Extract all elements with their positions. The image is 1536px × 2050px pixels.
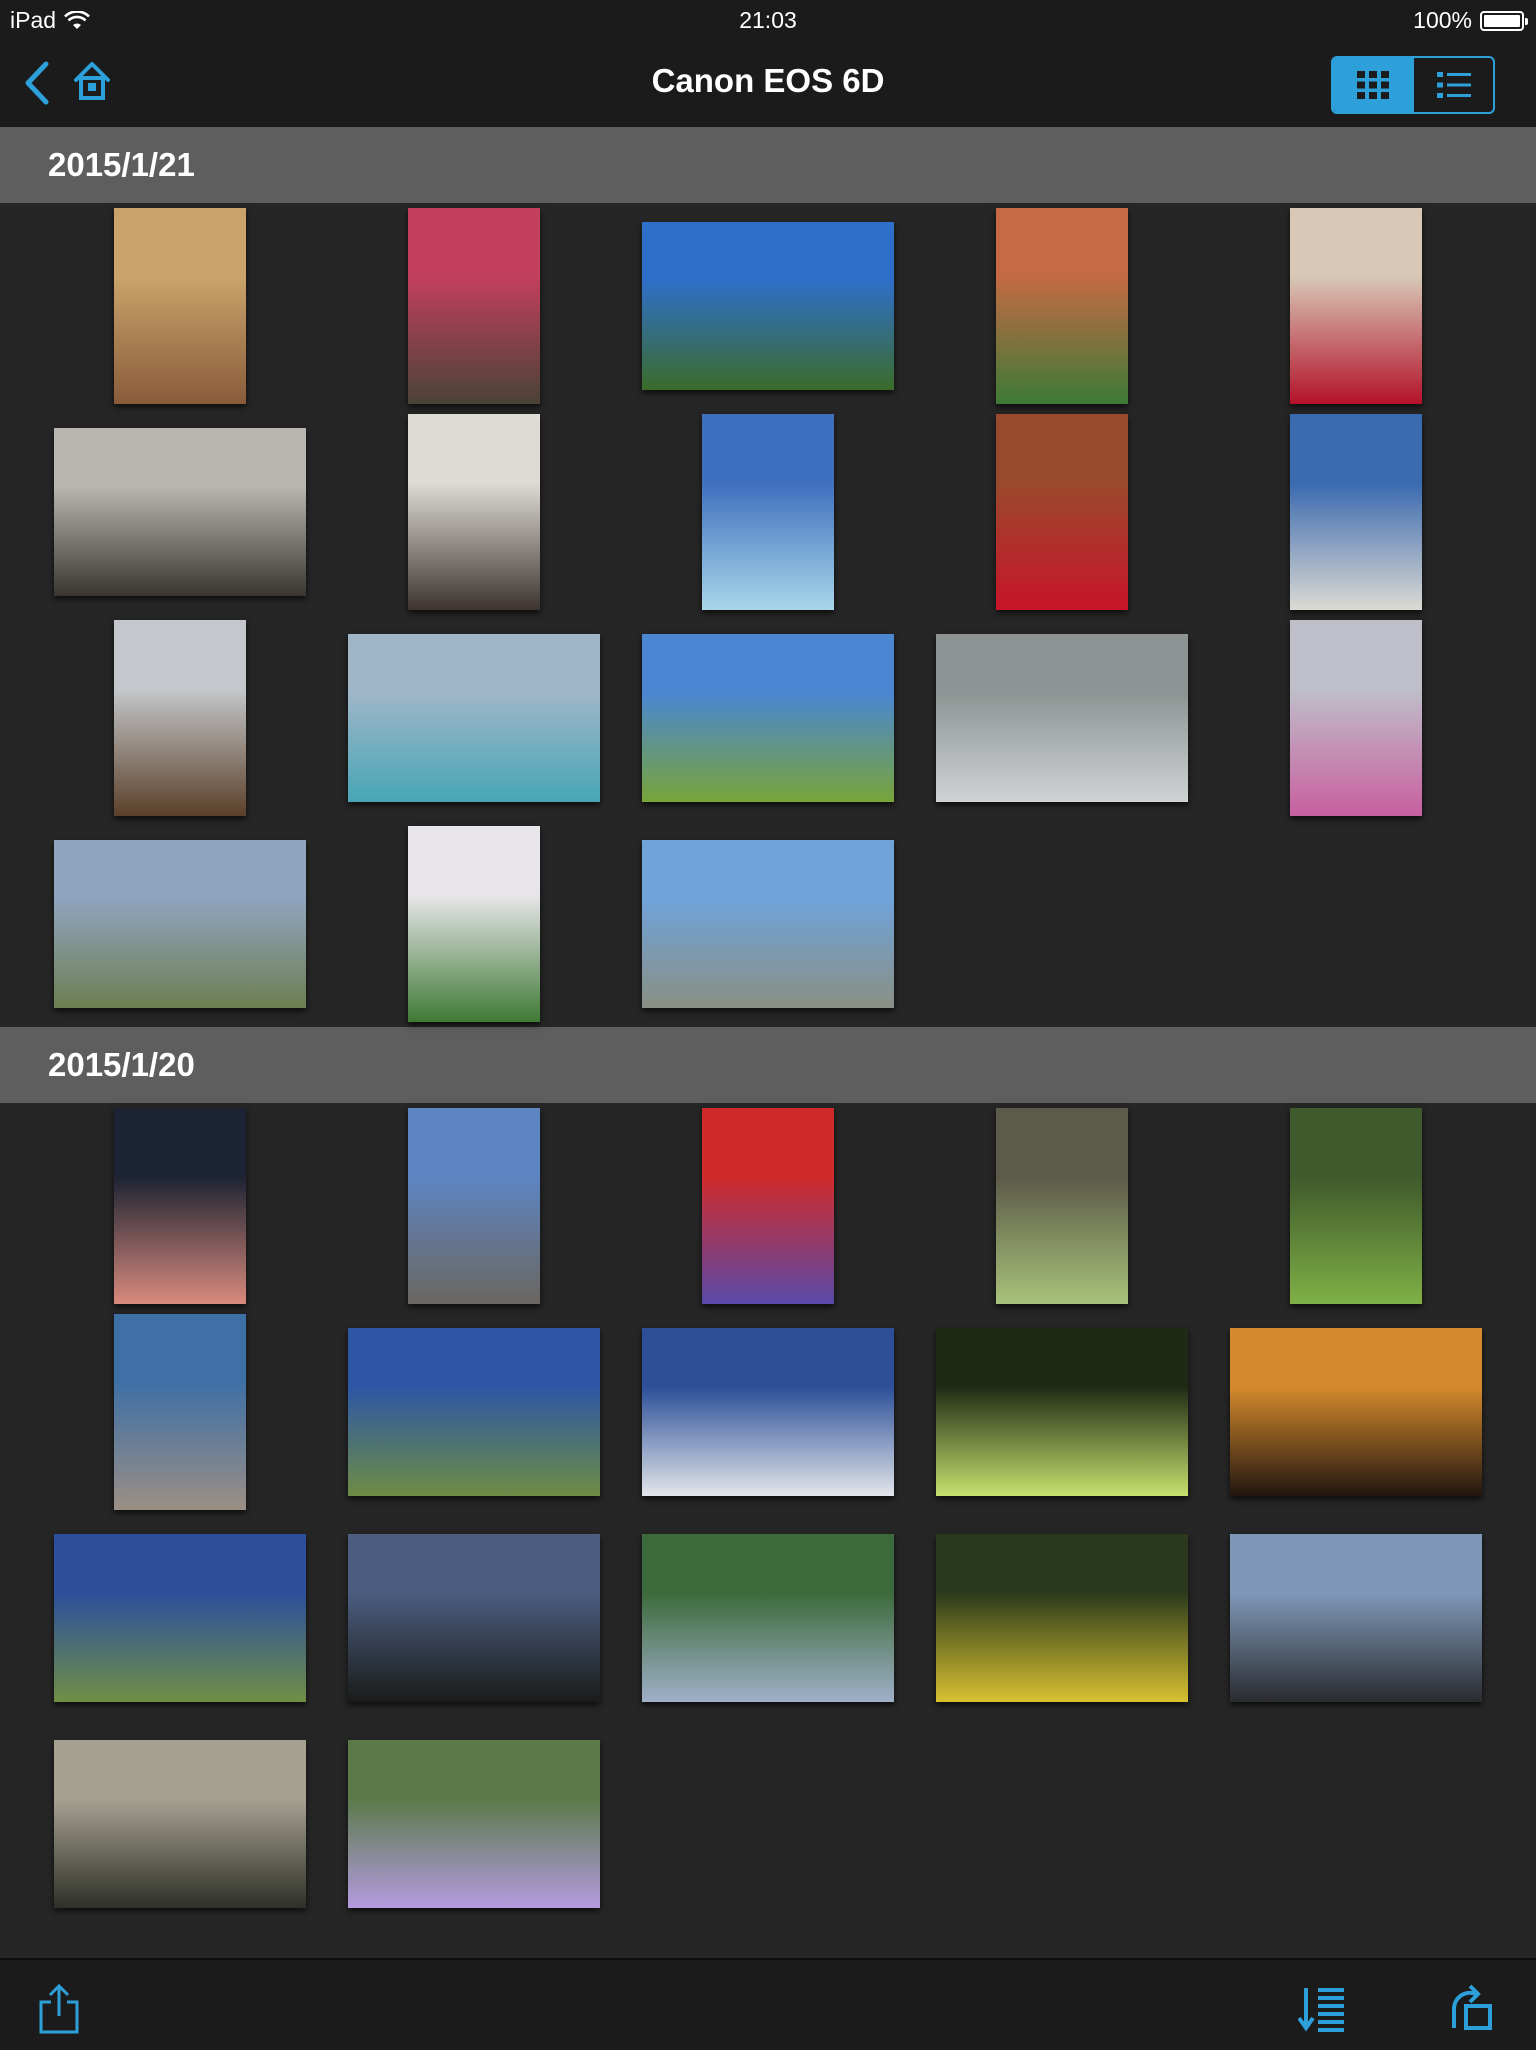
photo-thumbnail[interactable] <box>54 840 306 1008</box>
photo-grid <box>0 1103 1536 1927</box>
list-view-button[interactable] <box>1412 58 1493 112</box>
page-title: Canon EOS 6D <box>651 62 885 99</box>
photo-thumbnail[interactable] <box>642 840 894 1008</box>
top-bar: iPad 21:03 100% Canon EOS 6D <box>0 0 1536 129</box>
status-bar: iPad 21:03 100% <box>0 0 1536 40</box>
grid-view-button[interactable] <box>1333 58 1412 112</box>
photo-thumbnail[interactable] <box>408 414 540 610</box>
view-mode-switch <box>1331 56 1495 114</box>
photo-thumbnail[interactable] <box>114 208 246 404</box>
photo-thumbnail[interactable] <box>114 1314 246 1510</box>
photo-thumbnail[interactable] <box>936 634 1188 802</box>
photo-thumbnail[interactable] <box>114 620 246 816</box>
photo-thumbnail[interactable] <box>348 1534 600 1702</box>
photo-thumbnail[interactable] <box>642 222 894 390</box>
grid-view-icon <box>1356 71 1389 99</box>
photo-thumbnail[interactable] <box>348 1328 600 1496</box>
photo-thumbnail[interactable] <box>348 1740 600 1908</box>
photo-thumbnail[interactable] <box>642 1534 894 1702</box>
photo-thumbnail[interactable] <box>996 208 1128 404</box>
battery-icon <box>1480 10 1528 31</box>
photo-grid <box>0 203 1536 1027</box>
photo-thumbnail[interactable] <box>1290 1108 1422 1304</box>
status-right: 100% <box>1413 7 1528 34</box>
photo-thumbnail[interactable] <box>54 428 306 596</box>
photo-thumbnail[interactable] <box>702 1108 834 1304</box>
photo-thumbnail[interactable] <box>54 1534 306 1702</box>
photo-thumbnail[interactable] <box>1290 414 1422 610</box>
photo-thumbnail[interactable] <box>702 414 834 610</box>
bottom-toolbar <box>0 1958 1536 2050</box>
rotate-icon[interactable] <box>1446 1982 1496 2036</box>
photo-thumbnail[interactable] <box>348 634 600 802</box>
photo-thumbnail[interactable] <box>642 634 894 802</box>
photo-thumbnail[interactable] <box>1290 208 1422 404</box>
sort-icon[interactable] <box>1298 1982 1348 2036</box>
photo-thumbnail[interactable] <box>996 414 1128 610</box>
battery-percent: 100% <box>1413 7 1472 33</box>
section-2015-1-21: 2015/1/21 <box>0 127 1536 1027</box>
photo-thumbnail[interactable] <box>1230 1328 1482 1496</box>
photo-thumbnail[interactable] <box>408 208 540 404</box>
section-2015-1-20: 2015/1/20 <box>0 1027 1536 1927</box>
photo-list: 2015/1/21 2015/1/20 <box>0 127 1536 1927</box>
section-header: 2015/1/21 <box>0 127 1536 203</box>
photo-thumbnail[interactable] <box>1290 620 1422 816</box>
photo-thumbnail[interactable] <box>408 826 540 1022</box>
photo-thumbnail[interactable] <box>408 1108 540 1304</box>
photo-thumbnail[interactable] <box>114 1108 246 1304</box>
photo-thumbnail[interactable] <box>936 1328 1188 1496</box>
photo-thumbnail[interactable] <box>1230 1534 1482 1702</box>
photo-thumbnail[interactable] <box>936 1534 1188 1702</box>
photo-thumbnail[interactable] <box>54 1740 306 1908</box>
list-view-icon <box>1436 72 1471 98</box>
status-time: 21:03 <box>739 7 797 33</box>
section-header: 2015/1/20 <box>0 1027 1536 1103</box>
photo-thumbnail[interactable] <box>996 1108 1128 1304</box>
share-icon[interactable] <box>34 1982 84 2036</box>
photo-thumbnail[interactable] <box>642 1328 894 1496</box>
